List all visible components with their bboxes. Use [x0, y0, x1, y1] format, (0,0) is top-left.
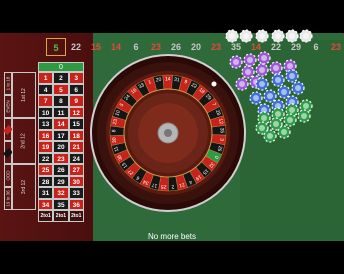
chip[interactable]	[255, 63, 269, 77]
chip[interactable]	[263, 129, 277, 143]
status-message: No more bets	[147, 232, 197, 241]
chip[interactable]	[229, 55, 243, 69]
chip[interactable]	[271, 29, 285, 43]
chip[interactable]	[255, 77, 269, 91]
chip[interactable]	[291, 81, 305, 95]
chip[interactable]	[277, 85, 291, 99]
chip[interactable]	[235, 77, 249, 91]
chip[interactable]	[239, 29, 253, 43]
chip[interactable]	[241, 65, 255, 79]
chip[interactable]	[255, 29, 269, 43]
chip[interactable]	[285, 69, 299, 83]
chip[interactable]	[285, 29, 299, 43]
chip[interactable]	[271, 73, 285, 87]
chip[interactable]	[277, 125, 291, 139]
chip[interactable]	[249, 91, 263, 105]
chip[interactable]	[269, 61, 283, 75]
chip[interactable]	[257, 51, 271, 65]
chip[interactable]	[243, 53, 257, 67]
chip[interactable]	[225, 29, 239, 43]
chip[interactable]	[297, 109, 311, 123]
chip[interactable]	[283, 113, 297, 127]
game-stage: 5 22 15 14 6 23 26 20 23 35 14 22 29 6 23 1 to 18 EVEN O…	[0, 0, 344, 274]
chip[interactable]	[299, 29, 313, 43]
chip[interactable]	[263, 89, 277, 103]
bottom-letterbox	[0, 241, 344, 274]
